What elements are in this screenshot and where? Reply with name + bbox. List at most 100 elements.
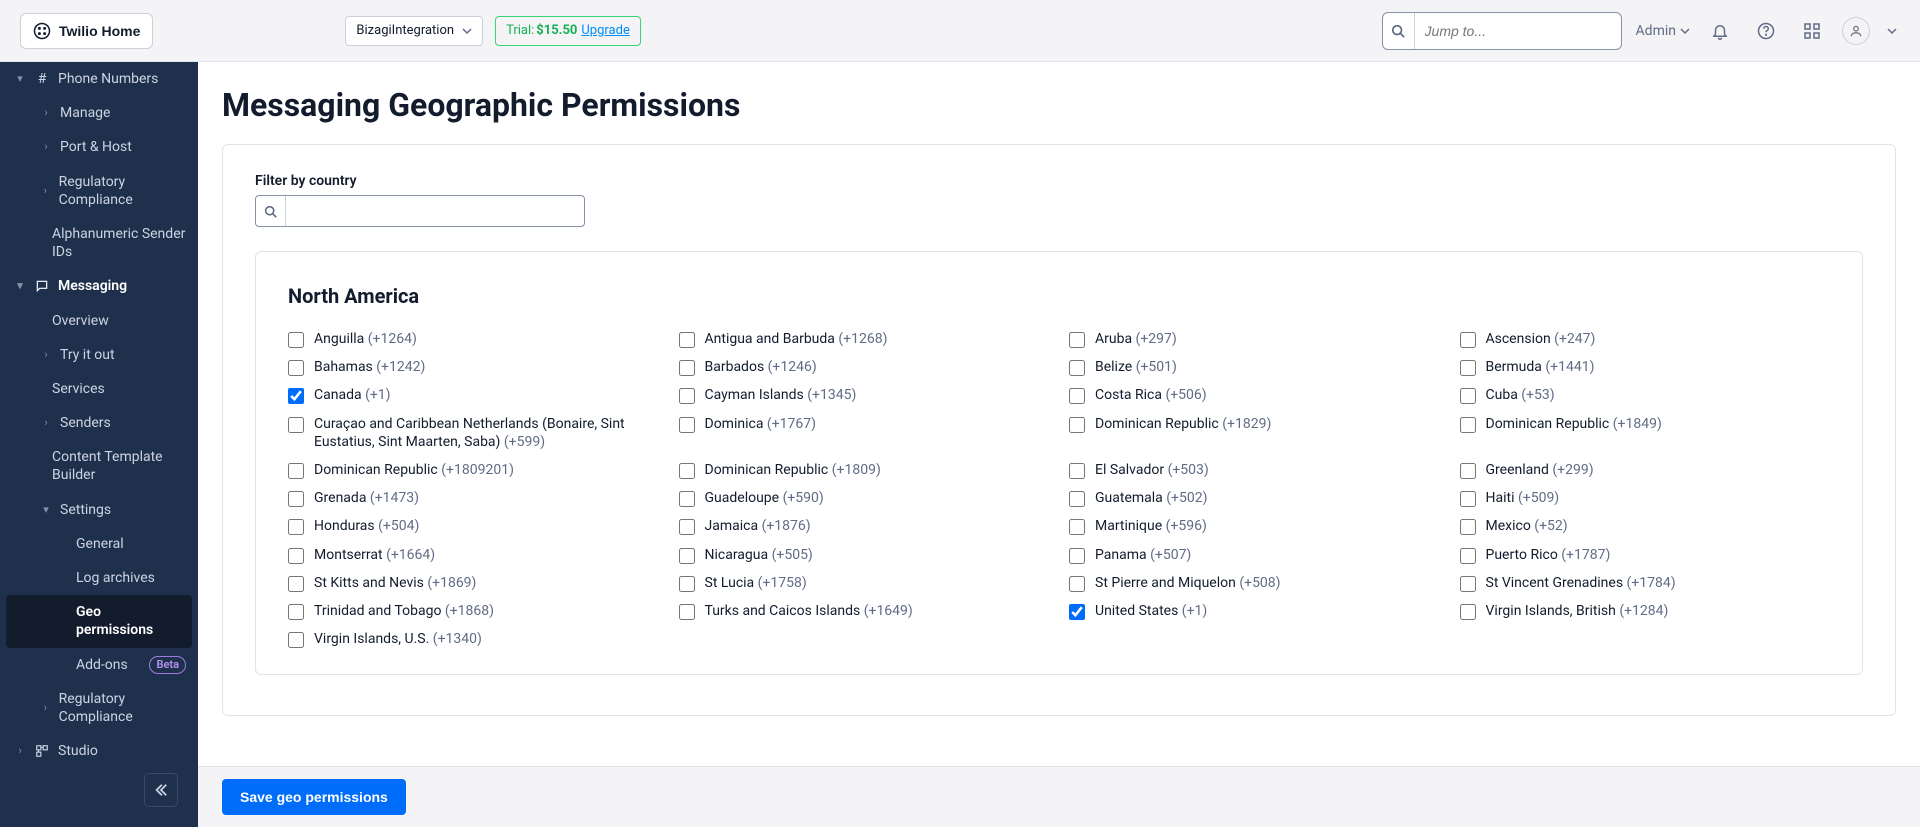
sidebar-item-geo-permissions[interactable]: Geo permissions — [6, 595, 192, 647]
country-checkbox[interactable] — [288, 576, 304, 592]
country-label[interactable]: Antigua and Barbuda (+1268) — [705, 330, 888, 348]
country-checkbox[interactable] — [1460, 417, 1476, 433]
jump-to-input[interactable] — [1415, 23, 1621, 39]
country-label[interactable]: Cayman Islands (+1345) — [705, 386, 857, 404]
country-label[interactable]: Bahamas (+1242) — [314, 358, 425, 376]
save-geo-permissions-button[interactable]: Save geo permissions — [222, 779, 406, 815]
country-checkbox[interactable] — [1460, 388, 1476, 404]
account-chevron-icon[interactable] — [1884, 15, 1900, 47]
country-label[interactable]: Mexico (+52) — [1486, 517, 1568, 535]
country-checkbox[interactable] — [1069, 388, 1085, 404]
filter-country-input[interactable] — [286, 203, 584, 219]
country-checkbox[interactable] — [1460, 360, 1476, 376]
project-selector[interactable]: BizagiIntegration — [345, 16, 483, 46]
country-checkbox[interactable] — [1460, 519, 1476, 535]
country-label[interactable]: Dominican Republic (+1809201) — [314, 461, 514, 479]
country-label[interactable]: Dominican Republic (+1829) — [1095, 415, 1271, 433]
country-label[interactable]: Trinidad and Tobago (+1868) — [314, 602, 494, 620]
sidebar-item-studio[interactable]: › Studio — [0, 734, 198, 768]
country-checkbox[interactable] — [288, 332, 304, 348]
country-label[interactable]: Curaçao and Caribbean Netherlands (Bonai… — [314, 415, 659, 451]
country-checkbox[interactable] — [679, 417, 695, 433]
country-label[interactable]: Guadeloupe (+590) — [705, 489, 824, 507]
country-label[interactable]: Barbados (+1246) — [705, 358, 817, 376]
country-checkbox[interactable] — [679, 576, 695, 592]
country-checkbox[interactable] — [679, 463, 695, 479]
country-checkbox[interactable] — [679, 548, 695, 564]
country-checkbox[interactable] — [288, 417, 304, 433]
country-label[interactable]: Dominica (+1767) — [705, 415, 817, 433]
country-label[interactable]: Bermuda (+1441) — [1486, 358, 1595, 376]
country-checkbox[interactable] — [288, 604, 304, 620]
sidebar-item-services[interactable]: Services — [0, 372, 198, 406]
country-checkbox[interactable] — [1069, 360, 1085, 376]
help-icon[interactable] — [1750, 15, 1782, 47]
sidebar-item-manage[interactable]: › Manage — [0, 96, 198, 130]
country-checkbox[interactable] — [679, 332, 695, 348]
country-label[interactable]: Montserrat (+1664) — [314, 546, 435, 564]
country-label[interactable]: Dominican Republic (+1809) — [705, 461, 881, 479]
country-checkbox[interactable] — [1460, 463, 1476, 479]
country-checkbox[interactable] — [1460, 548, 1476, 564]
country-checkbox[interactable] — [1069, 463, 1085, 479]
country-checkbox[interactable] — [1069, 519, 1085, 535]
country-label[interactable]: Anguilla (+1264) — [314, 330, 417, 348]
sidebar-item-log-archives[interactable]: Log archives — [0, 561, 198, 595]
country-checkbox[interactable] — [1460, 332, 1476, 348]
country-checkbox[interactable] — [1460, 604, 1476, 620]
country-checkbox[interactable] — [288, 632, 304, 648]
sidebar-item-messaging[interactable]: ▾ Messaging — [0, 269, 198, 303]
country-checkbox[interactable] — [679, 360, 695, 376]
country-label[interactable]: Nicaragua (+505) — [705, 546, 813, 564]
country-checkbox[interactable] — [288, 463, 304, 479]
apps-icon[interactable] — [1796, 15, 1828, 47]
country-label[interactable]: Virgin Islands, British (+1284) — [1486, 602, 1669, 620]
country-checkbox[interactable] — [288, 491, 304, 507]
country-checkbox[interactable] — [1069, 604, 1085, 620]
country-label[interactable]: Cuba (+53) — [1486, 386, 1555, 404]
country-label[interactable]: Honduras (+504) — [314, 517, 419, 535]
country-checkbox[interactable] — [1069, 548, 1085, 564]
sidebar-item-senders[interactable]: › Senders — [0, 406, 198, 440]
country-label[interactable]: Virgin Islands, U.S. (+1340) — [314, 630, 482, 648]
admin-menu[interactable]: Admin — [1636, 23, 1690, 39]
upgrade-link[interactable]: Upgrade — [581, 23, 629, 38]
sidebar-item-regulatory-compliance-2[interactable]: › Regulatory Compliance — [0, 682, 198, 734]
country-label[interactable]: Belize (+501) — [1095, 358, 1177, 376]
country-label[interactable]: Grenada (+1473) — [314, 489, 419, 507]
country-label[interactable]: Dominican Republic (+1849) — [1486, 415, 1662, 433]
country-checkbox[interactable] — [1460, 576, 1476, 592]
collapse-sidebar-button[interactable] — [144, 773, 178, 807]
twilio-home-button[interactable]: Twilio Home — [20, 13, 153, 49]
country-checkbox[interactable] — [1069, 576, 1085, 592]
sidebar-item-try-it-out[interactable]: › Try it out — [0, 338, 198, 372]
country-label[interactable]: St Kitts and Nevis (+1869) — [314, 574, 476, 592]
sidebar-item-content-template-builder[interactable]: Content Template Builder — [0, 440, 198, 492]
country-label[interactable]: Haiti (+509) — [1486, 489, 1560, 507]
country-label[interactable]: St Pierre and Miquelon (+508) — [1095, 574, 1281, 592]
country-checkbox[interactable] — [288, 388, 304, 404]
sidebar-item-port-host[interactable]: › Port & Host — [0, 130, 198, 164]
sidebar-item-alphanumeric-sender-ids[interactable]: Alphanumeric Sender IDs — [0, 217, 198, 269]
country-label[interactable]: Aruba (+297) — [1095, 330, 1177, 348]
country-label[interactable]: United States (+1) — [1095, 602, 1207, 620]
sidebar-item-general[interactable]: General — [0, 527, 198, 561]
sidebar-item-settings[interactable]: ▾ Settings — [0, 493, 198, 527]
notifications-icon[interactable] — [1704, 15, 1736, 47]
sidebar-item-phone-numbers[interactable]: ▾ # Phone Numbers — [0, 62, 198, 96]
country-label[interactable]: Canada (+1) — [314, 386, 391, 404]
country-checkbox[interactable] — [1069, 332, 1085, 348]
country-checkbox[interactable] — [679, 491, 695, 507]
country-label[interactable]: St Lucia (+1758) — [705, 574, 807, 592]
country-label[interactable]: Costa Rica (+506) — [1095, 386, 1207, 404]
country-label[interactable]: Turks and Caicos Islands (+1649) — [705, 602, 913, 620]
country-checkbox[interactable] — [1460, 491, 1476, 507]
country-label[interactable]: Greenland (+299) — [1486, 461, 1594, 479]
country-checkbox[interactable] — [679, 519, 695, 535]
user-avatar[interactable] — [1842, 17, 1870, 45]
country-label[interactable]: St Vincent Grenadines (+1784) — [1486, 574, 1676, 592]
country-label[interactable]: Panama (+507) — [1095, 546, 1191, 564]
jump-to-search[interactable] — [1382, 12, 1622, 50]
country-label[interactable]: Ascension (+247) — [1486, 330, 1596, 348]
country-checkbox[interactable] — [288, 519, 304, 535]
